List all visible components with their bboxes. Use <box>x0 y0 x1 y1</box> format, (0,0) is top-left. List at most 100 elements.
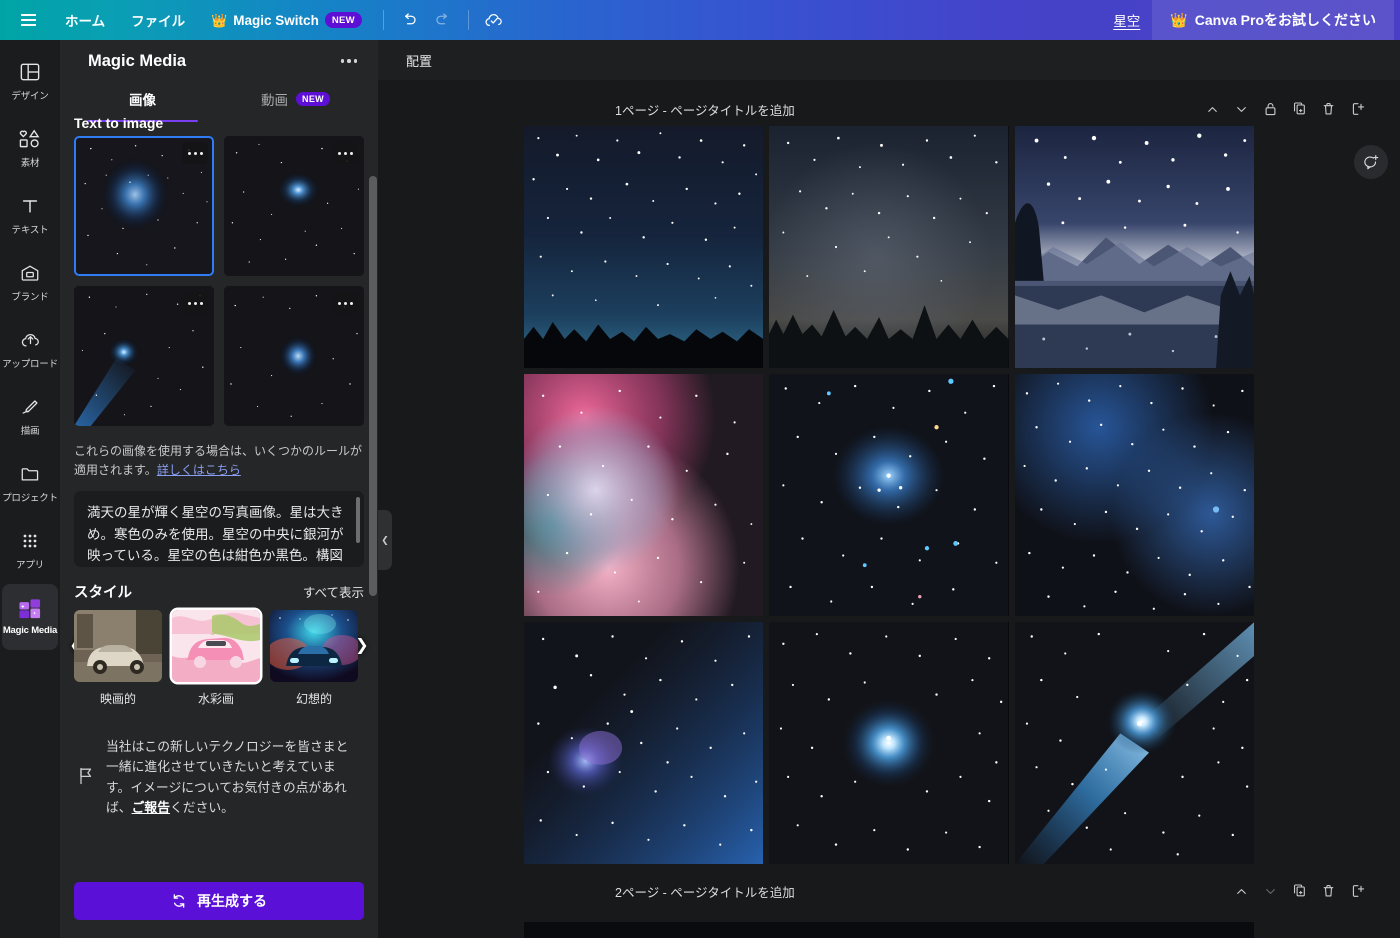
file-label: ファイル <box>131 14 186 29</box>
duplicate-page-button[interactable] <box>1286 96 1312 122</box>
result-thumb-3[interactable] <box>74 286 214 426</box>
canvas-image-purple-blue-nebula[interactable] <box>524 622 764 864</box>
style-option-fantasy[interactable]: 幻想的 <box>270 610 358 707</box>
more-options-icon[interactable] <box>334 46 364 76</box>
home-button[interactable]: ホーム <box>54 5 116 35</box>
tab-images[interactable]: 画像 <box>66 82 219 122</box>
move-page-down-button-2[interactable] <box>1257 878 1283 904</box>
context-toolbar: 配置 <box>378 40 1400 80</box>
canvas-image-mountain-lake-star-reflection[interactable] <box>1014 126 1254 368</box>
style-option-cinematic[interactable]: 映画的 <box>74 610 162 707</box>
layout-design-icon <box>18 61 42 83</box>
page-1-title[interactable]: 1ページ - ページタイトルを追加 <box>615 100 795 119</box>
header-divider-2 <box>467 10 469 30</box>
position-button[interactable]: 配置 <box>396 45 442 76</box>
result-thumb-2[interactable] <box>224 136 364 276</box>
panel-collapse-handle[interactable]: ❮ <box>378 510 392 570</box>
page-2-tools <box>1228 878 1370 904</box>
chevron-up-icon <box>1207 106 1217 112</box>
lock-page-button[interactable] <box>1257 96 1283 122</box>
panel-scroll-area[interactable]: Text to image これらの画像を使用する場合は、いくつかのルールが適用… <box>60 116 378 872</box>
hamburger-menu-button[interactable] <box>6 5 50 35</box>
mountain-lake-star-reflection-image <box>1014 126 1254 368</box>
add-page-button-2[interactable] <box>1344 878 1370 904</box>
refresh-loop-icon <box>173 894 185 908</box>
result-thumb-3-menu[interactable] <box>182 292 208 314</box>
try-canva-pro-button[interactable]: 👑 Canva Proをお試しください <box>1152 0 1394 40</box>
draw-pencil-icon <box>18 396 42 418</box>
chevron-right-icon[interactable]: ❯ <box>349 632 375 658</box>
undo-button[interactable] <box>392 5 426 35</box>
sidebar-label-uploads: アップロード <box>2 358 58 370</box>
top-header-bar: ホーム ファイル 👑 Magic Switch NEW 星空 👑 Canva P… <box>0 0 1400 40</box>
move-page-up-button[interactable] <box>1199 96 1225 122</box>
pink-nebula-cloud-image <box>524 374 764 616</box>
page-2-canvas[interactable] <box>524 922 1254 938</box>
folder-projects-icon <box>18 463 42 485</box>
add-comment-button[interactable] <box>1354 145 1388 179</box>
sidebar-label-design: デザイン <box>11 90 49 102</box>
sidebar-item-projects[interactable]: プロジェクト <box>2 450 58 516</box>
canvas-image-bright-blue-star-glow[interactable] <box>769 622 1009 864</box>
result-thumb-4[interactable] <box>224 286 364 426</box>
panel-scrollbar[interactable] <box>369 176 377 596</box>
trash-icon <box>1323 103 1333 115</box>
magic-switch-button[interactable]: 👑 Magic Switch NEW <box>200 5 373 35</box>
text-t-icon <box>18 195 42 217</box>
prompt-scrollbar[interactable] <box>356 497 360 544</box>
document-title-input[interactable]: 星空 <box>1101 10 1152 30</box>
pro-label: Canva Proをお試しください <box>1194 12 1376 28</box>
sidebar-item-design[interactable]: デザイン <box>2 48 58 114</box>
style-thumb-watercolor <box>172 610 260 683</box>
comet-with-tail-image <box>1014 622 1254 864</box>
chevron-down-icon <box>1265 888 1275 894</box>
file-menu-button[interactable]: ファイル <box>120 5 196 35</box>
prompt-textarea[interactable]: 満天の星が輝く星空の写真画像。星は大きめ。寒色のみを使用。星空の中央に銀河が映っ… <box>74 491 364 568</box>
move-page-down-button[interactable] <box>1228 96 1254 122</box>
style-section-title: スタイル <box>74 585 132 602</box>
duplicate-page-button-2[interactable] <box>1286 878 1312 904</box>
delete-page-button[interactable] <box>1315 96 1341 122</box>
tab-videos[interactable]: 動画 NEW <box>219 82 372 116</box>
magic-switch-label: Magic Switch <box>233 12 319 28</box>
trash-icon <box>1323 885 1333 897</box>
add-page-button[interactable] <box>1344 96 1370 122</box>
canvas-image-pink-nebula-cloud[interactable] <box>524 374 764 616</box>
sidebar-item-uploads[interactable]: アップロード <box>2 316 58 382</box>
sidebar-item-apps[interactable]: アプリ <box>2 517 58 583</box>
sidebar-item-elements[interactable]: 素材 <box>2 115 58 181</box>
canvas-image-comet-with-tail[interactable] <box>1014 622 1254 864</box>
redo-button[interactable] <box>426 5 460 35</box>
sidebar-label-projects: プロジェクト <box>2 492 58 504</box>
canvas-image-forest-silhouette-night-sky[interactable] <box>769 126 1009 368</box>
delete-page-button-2[interactable] <box>1315 878 1341 904</box>
sidebar-item-text[interactable]: テキスト <box>2 182 58 248</box>
usage-rules-text: これらの画像を使用する場合は、いくつかのルールが適用されます。詳しくはこちら <box>74 442 364 479</box>
style-option-watercolor[interactable]: 水彩画 <box>172 610 260 707</box>
canvas-image-deep-blue-nebula-field[interactable] <box>1014 374 1254 616</box>
cloud-save-status-button[interactable] <box>477 5 511 35</box>
style-thumb-fantasy <box>270 610 358 683</box>
sidebar-item-magic-media[interactable]: Magic Media <box>2 584 58 650</box>
result-thumb-1-menu[interactable] <box>182 142 208 164</box>
cloud-saved-icon <box>485 14 502 27</box>
pages-container: 1ページ - ページタイトルを追加 2ページ - ページタイトルを追加 <box>378 80 1400 938</box>
usage-rules-link[interactable]: 詳しくはこちら <box>157 463 241 477</box>
left-sidebar-rail: デザイン 素材 テキスト ブランド アップロード 描画 プロジェクト アプリ M… <box>0 40 60 938</box>
canvas-image-blue-star-cluster[interactable] <box>769 374 1009 616</box>
result-thumb-2-menu[interactable] <box>332 142 358 164</box>
sidebar-label-draw: 描画 <box>20 425 40 437</box>
canvas-image-starry-sky-over-treeline[interactable] <box>524 126 764 368</box>
lock-icon <box>1265 103 1275 116</box>
regenerate-button[interactable]: 再生成する <box>74 882 364 920</box>
sidebar-label-text: テキスト <box>11 224 49 236</box>
sidebar-item-brand[interactable]: ブランド <box>2 249 58 315</box>
feedback-report-link[interactable]: ご報告 <box>132 800 170 815</box>
page-2-title[interactable]: 2ページ - ページタイトルを追加 <box>615 882 795 901</box>
style-see-all-link[interactable]: すべて表示 <box>303 582 364 601</box>
move-page-up-button-2[interactable] <box>1228 878 1254 904</box>
sidebar-item-draw[interactable]: 描画 <box>2 383 58 449</box>
tab-videos-label: 動画 <box>261 93 289 108</box>
result-thumb-1[interactable] <box>74 136 214 276</box>
result-thumb-4-menu[interactable] <box>332 292 358 314</box>
